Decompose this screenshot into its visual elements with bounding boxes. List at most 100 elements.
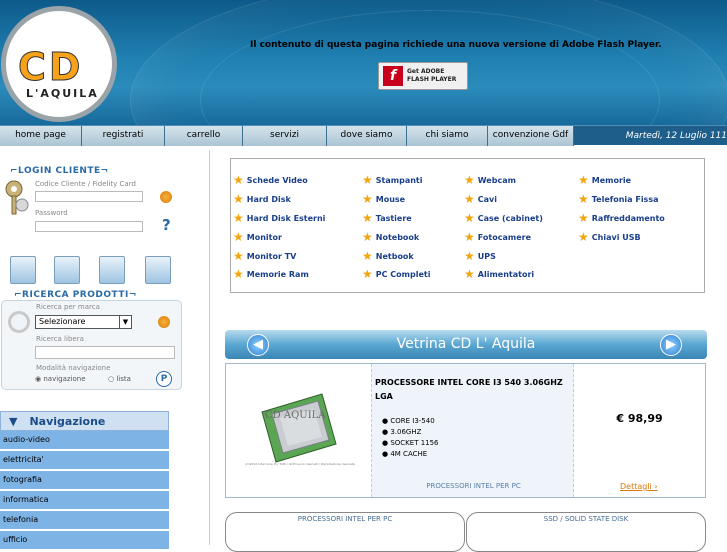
- nav-servizi[interactable]: servizi: [243, 126, 327, 146]
- category-fotografia[interactable]: fotografia: [0, 471, 169, 490]
- nav-dove-siamo[interactable]: dove siamo: [327, 126, 407, 146]
- magnifier-icon: [8, 311, 30, 333]
- left-sidebar: ⌐LOGIN CLIENTE¬ Codice Cliente / Fidelit…: [0, 150, 210, 550]
- link-case-cabinet[interactable]: ★ Case (cabinet): [464, 211, 543, 225]
- arrow-left-icon: ◀: [253, 337, 263, 352]
- image-watermark: CD AQUILA: [265, 410, 326, 421]
- help-icon[interactable]: ?: [162, 216, 171, 234]
- bottom-box-ssd[interactable]: SSD / SOLID STATE DISK: [466, 512, 706, 552]
- feature-item: ● SOCKET 1156: [382, 439, 439, 447]
- cpu-image: [261, 393, 337, 463]
- mode-list-radio[interactable]: ○ lista: [108, 375, 131, 383]
- feature-item: ● CORE I3-540: [382, 417, 435, 425]
- nav-home-page[interactable]: home page: [0, 126, 82, 146]
- link-mouse[interactable]: ★ Mouse: [362, 192, 405, 206]
- product-features: ● CORE I3-540 ● 3.06GHZ ● SOCKET 1156 ● …: [382, 416, 439, 460]
- free-search-input[interactable]: [35, 346, 175, 359]
- bottom-box-intel[interactable]: PROCESSORI INTEL PER PC: [225, 512, 465, 552]
- star-icon: ★: [233, 192, 244, 206]
- star-icon: ★: [578, 173, 589, 187]
- category-audio-video[interactable]: audio-video: [0, 431, 169, 450]
- showcase-prev-button[interactable]: ◀: [247, 334, 269, 356]
- showcase-next-button[interactable]: ▶: [660, 334, 682, 356]
- search-panel: Ricerca per marca Selezionare ▼ Ricerca …: [1, 300, 182, 390]
- nav-registrati[interactable]: registrati: [82, 126, 165, 146]
- mode-navigation-radio[interactable]: ◉ navigazione: [35, 375, 86, 383]
- star-icon: ★: [578, 230, 589, 244]
- product-category: PROCESSORI INTEL PER PC: [426, 482, 521, 490]
- flash-icon: f: [383, 66, 403, 86]
- category-informatica[interactable]: informatica: [0, 491, 169, 510]
- nav-convenzione-gdf[interactable]: convenzione Gdf: [488, 126, 574, 146]
- nav-chi-siamo[interactable]: chi siamo: [407, 126, 488, 146]
- details-link[interactable]: Dettagli ›: [620, 482, 658, 491]
- category-ufficio[interactable]: ufficio: [0, 531, 169, 550]
- image-caption: (C)2010 Intel Core I3 / Tutti i diritti …: [245, 462, 355, 466]
- link-hard-disk[interactable]: ★ Hard Disk: [233, 192, 291, 206]
- link-fotocamere[interactable]: ★ Fotocamere: [464, 230, 531, 244]
- feature-item: ● 4M CACHE: [382, 450, 428, 458]
- product-details: PROCESSORE INTEL CORE I3 540 3.06GHZ LGA…: [371, 364, 574, 497]
- star-icon: ★: [233, 249, 244, 263]
- flash-button-text: Get ADOBE FLASH PLAYER: [407, 68, 457, 83]
- product-image[interactable]: CD AQUILA (C)2010 Intel Core I3 / Tutti …: [228, 366, 372, 495]
- link-monitor-tv[interactable]: ★ Monitor TV: [233, 249, 296, 263]
- nav-carrello[interactable]: carrello: [165, 126, 243, 146]
- arrow-right-icon: ▶: [666, 337, 676, 352]
- showcase-product-card: CD AQUILA (C)2010 Intel Core I3 / Tutti …: [225, 363, 706, 498]
- star-icon: ★: [233, 230, 244, 244]
- link-monitor[interactable]: ★ Monitor: [233, 230, 282, 244]
- star-icon: ★: [362, 249, 373, 263]
- link-ups[interactable]: ★ UPS: [464, 249, 496, 263]
- link-cavi[interactable]: ★ Cavi: [464, 192, 497, 206]
- link-pc-completi[interactable]: ★ PC Completi: [362, 267, 430, 281]
- bottom-box-title: PROCESSORI INTEL PER PC: [297, 515, 393, 523]
- link-netbook[interactable]: ★ Netbook: [362, 249, 414, 263]
- star-icon: ★: [464, 192, 475, 206]
- link-stampanti[interactable]: ★ Stampanti: [362, 173, 422, 187]
- customer-code-input[interactable]: [35, 191, 143, 202]
- link-hard-disk-esterni[interactable]: ★ Hard Disk Esterni: [233, 211, 325, 225]
- star-icon: ★: [362, 211, 373, 225]
- home-icon[interactable]: [10, 256, 36, 284]
- users-icon[interactable]: [99, 256, 125, 284]
- chevron-right-icon: ›: [654, 482, 658, 491]
- current-date: Martedì, 12 Luglio 111: [625, 131, 727, 141]
- category-elettricita[interactable]: elettricita': [0, 451, 169, 470]
- site-logo[interactable]: CD L'AQUILA: [1, 6, 117, 122]
- link-notebook[interactable]: ★ Notebook: [362, 230, 419, 244]
- link-memorie-ram[interactable]: ★ Memorie Ram: [233, 267, 309, 281]
- search-submit-button[interactable]: P: [156, 371, 172, 387]
- link-alimentatori[interactable]: ★ Alimentatori: [464, 267, 534, 281]
- password-input[interactable]: [35, 221, 143, 232]
- star-icon: ★: [362, 173, 373, 187]
- star-icon: ★: [464, 173, 475, 187]
- login-title: ⌐LOGIN CLIENTE¬: [10, 166, 109, 176]
- product-name[interactable]: PROCESSORE INTEL CORE I3 540 3.06GHZ LGA: [375, 376, 565, 404]
- star-icon: ★: [578, 192, 589, 206]
- brand-search-go-button[interactable]: [158, 316, 170, 328]
- star-icon: ★: [233, 267, 244, 281]
- flash-required-message: Il contenuto di questa pagina richiede u…: [250, 40, 662, 50]
- get-flash-player-button[interactable]: f Get ADOBE FLASH PLAYER: [378, 62, 468, 90]
- logout-door-icon[interactable]: [145, 256, 171, 284]
- document-edit-icon[interactable]: [54, 256, 80, 284]
- star-icon: ★: [464, 211, 475, 225]
- brand-select[interactable]: Selezionare ▼: [35, 315, 132, 329]
- link-chiavi-usb[interactable]: ★ Chiavi USB: [578, 230, 641, 244]
- star-icon: ★: [578, 211, 589, 225]
- category-telefonia[interactable]: telefonia: [0, 511, 169, 530]
- categories-nav-header[interactable]: ▼Navigazione Categorie: [0, 411, 169, 447]
- keys-icon: [4, 179, 30, 219]
- login-go-button[interactable]: [160, 191, 172, 203]
- link-telefonia-fissa[interactable]: ★ Telefonia Fissa: [578, 192, 658, 206]
- star-icon: ★: [233, 211, 244, 225]
- link-tastiere[interactable]: ★ Tastiere: [362, 211, 412, 225]
- triangle-down-icon: ▼: [9, 415, 18, 428]
- link-schede-video[interactable]: ★ Schede Video: [233, 173, 308, 187]
- link-raffreddamento[interactable]: ★ Raffreddamento: [578, 211, 665, 225]
- link-webcam[interactable]: ★ Webcam: [464, 173, 516, 187]
- bottom-box-title: SSD / SOLID STATE DISK: [543, 515, 629, 523]
- link-memorie[interactable]: ★ Memorie: [578, 173, 631, 187]
- feature-item: ● 3.06GHZ: [382, 428, 422, 436]
